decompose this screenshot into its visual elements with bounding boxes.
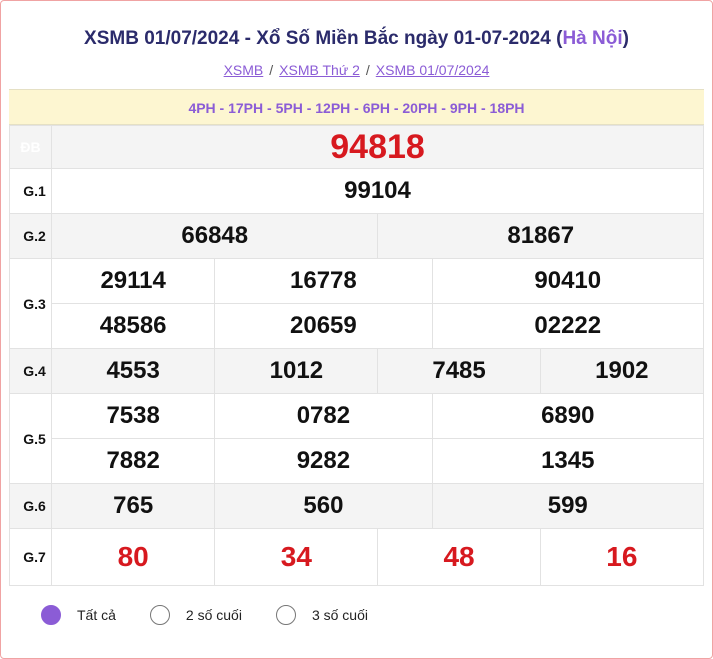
filter-option-last-3[interactable]: 3 số cuối: [275, 605, 368, 625]
prize-row-g3: 48586 20659 02222: [10, 303, 705, 349]
results-table: ĐB 94818 G.1 99104 G.2 66848 81867 G.3 2…: [8, 125, 705, 586]
filter-label: Tất cả: [77, 607, 116, 623]
prize-number-g3: 02222: [431, 303, 705, 349]
filter-option-all[interactable]: Tất cả: [41, 605, 116, 625]
prize-number-g5: 7882: [51, 438, 216, 484]
prize-number-g6: 560: [214, 483, 433, 529]
prize-number-g5: 6890: [431, 393, 705, 439]
prize-label-g1: G.1: [8, 168, 53, 214]
prize-number-g5: 1345: [431, 438, 705, 484]
prize-number-db: 94818: [51, 125, 704, 169]
prize-number-g4: 1012: [214, 348, 379, 394]
prize-number-g3: 29114: [51, 258, 216, 304]
breadcrumb: XSMB / XSMB Thứ 2 / XSMB 01/07/2024: [9, 62, 704, 78]
prize-number-g7: 48: [377, 528, 541, 586]
prize-row-g3: G.3 29114 16778 90410: [8, 258, 705, 349]
prize-number-g4: 7485: [377, 348, 541, 394]
prize-row-g2: G.2 66848 81867: [8, 213, 704, 259]
radio-empty-icon[interactable]: [149, 605, 170, 625]
prize-label-g5: G.5: [8, 393, 53, 484]
title-region: Hà Nội: [562, 28, 623, 49]
prize-number-g1: 99104: [51, 168, 704, 214]
prize-label-g2: G.2: [8, 213, 53, 259]
prize-number-g4: 4553: [51, 348, 216, 394]
prize-number-g6: 599: [431, 483, 705, 529]
prize-number-g2: 81867: [377, 213, 704, 259]
breadcrumb-link-xsmb[interactable]: XSMB: [224, 62, 264, 78]
prize-number-g7: 80: [51, 528, 216, 586]
filter-label: 2 số cuối: [185, 607, 242, 623]
prize-row-g7: G.7 80 34 48 16: [8, 528, 705, 586]
prize-number-g5: 7538: [51, 393, 216, 439]
prize-number-g7: 34: [214, 528, 379, 586]
prize-number-g3: 20659: [214, 303, 433, 349]
prize-row-g1: G.1 99104: [8, 168, 704, 214]
prize-row-g6: G.6 765 560 599: [8, 483, 705, 529]
breadcrumb-link-date[interactable]: XSMB 01/07/2024: [376, 62, 490, 78]
prize-number-g7: 16: [539, 528, 705, 586]
prize-label-g3: G.3: [8, 258, 53, 349]
radio-selected-icon[interactable]: [41, 605, 61, 625]
prize-label-g4: G.4: [8, 348, 53, 394]
filter-option-last-2[interactable]: 2 số cuối: [149, 605, 242, 625]
prize-number-g2: 66848: [51, 213, 379, 259]
radio-empty-icon[interactable]: [275, 605, 296, 625]
prize-number-g3: 48586: [51, 303, 216, 349]
prize-row-g4: G.4 4553 1012 7485 1902: [8, 348, 705, 394]
title-close: ): [622, 28, 629, 49]
results-card: XSMB 01/07/2024 - Xổ Số Miền Bắc ngày 01…: [0, 0, 713, 659]
prize-number-g5: 9282: [214, 438, 433, 484]
prize-row-g5: G.5 7538 0782 6890: [8, 393, 705, 484]
prize-number-g3: 16778: [214, 258, 433, 304]
prize-label-g6: G.6: [8, 483, 53, 529]
breadcrumb-separator: /: [269, 62, 274, 78]
prize-number-g3: 90410: [431, 258, 705, 304]
prize-label-g7: G.7: [8, 528, 53, 586]
prize-number-g5: 0782: [214, 393, 433, 439]
prize-row-g5: 7882 9282 1345: [10, 438, 705, 484]
filter-label: 3 số cuối: [311, 607, 368, 623]
digit-filter-group: Tất cả 2 số cuối 3 số cuối: [41, 604, 402, 626]
breadcrumb-link-thu2[interactable]: XSMB Thứ 2: [279, 62, 360, 78]
prize-label-db: ĐB: [8, 125, 53, 169]
prize-number-g4: 1902: [539, 348, 705, 394]
breadcrumb-separator: /: [365, 62, 370, 78]
special-codes-bar: 4PH - 17PH - 5PH - 12PH - 6PH - 20PH - 9…: [9, 89, 704, 125]
title-main: XSMB 01/07/2024 - Xổ Số Miền Bắc ngày 01…: [84, 28, 563, 49]
prize-row-db: ĐB 94818: [8, 125, 704, 169]
prize-number-g6: 765: [51, 483, 216, 529]
page-title: XSMB 01/07/2024 - Xổ Số Miền Bắc ngày 01…: [9, 28, 704, 50]
